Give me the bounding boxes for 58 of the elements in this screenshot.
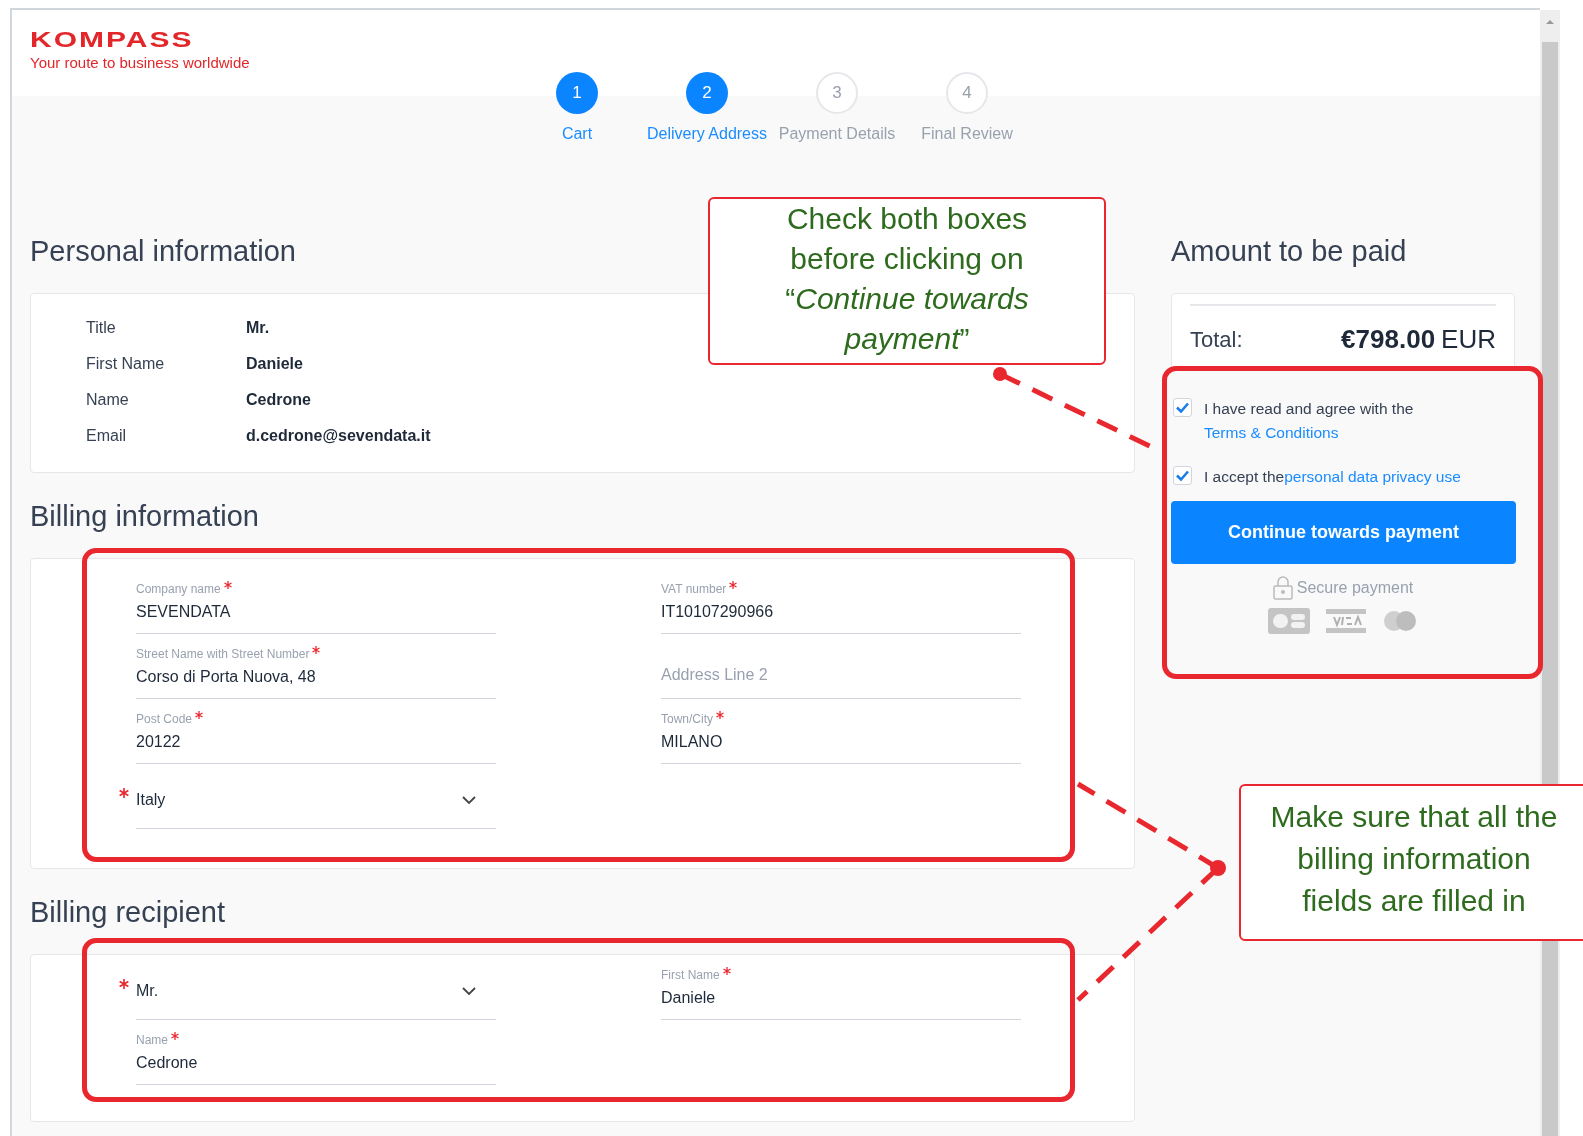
card-logo-icon	[1268, 608, 1310, 634]
input-field[interactable]: Corso di Porta Nuova, 48	[136, 666, 496, 688]
terms-link[interactable]: personal data privacy use	[1284, 468, 1461, 485]
step-label[interactable]: Final Review	[921, 122, 1013, 146]
card-logo-icon	[1382, 609, 1418, 633]
step-label[interactable]: Delivery Address	[646, 122, 767, 146]
input-field[interactable]: 20122	[136, 731, 496, 753]
section-heading: Personal information	[30, 234, 296, 268]
select-field[interactable]: Mr.	[136, 979, 496, 1003]
checkbox[interactable]	[1173, 466, 1192, 485]
checkbox[interactable]	[1173, 398, 1192, 417]
field-value: Mr.	[246, 318, 270, 338]
lock-icon	[1272, 576, 1293, 600]
step-number[interactable]: 1	[556, 72, 598, 114]
annotation-tooltip: Make sure that all the billing information fields are filled in	[1239, 784, 1583, 941]
input-field[interactable]: SEVENDATA	[136, 601, 496, 623]
step-label[interactable]: Payment Details	[778, 122, 896, 146]
field-label: Street Name with Street Number	[136, 646, 310, 662]
total-amount: €798.00	[1341, 323, 1436, 356]
select-field[interactable]: Italy	[136, 788, 496, 812]
field-label: First Name	[86, 354, 166, 374]
logo-tagline: Your route to business worldwide	[30, 54, 250, 72]
field-label: Name	[86, 390, 130, 410]
field-label: Name	[136, 1032, 168, 1048]
field-label: Email	[86, 426, 127, 446]
input-field[interactable]: Cedrone	[136, 1052, 496, 1074]
field-value: Daniele	[246, 354, 303, 374]
card-logo-icon	[1326, 609, 1366, 633]
step-label[interactable]: Cart	[561, 122, 593, 146]
input-field[interactable]: IT10107290966	[661, 601, 1021, 623]
agreement-text: I have read and agree with the Terms & Conditions	[1204, 399, 1415, 443]
field-label: VAT number	[661, 581, 727, 597]
input-field[interactable]: MILANO	[661, 731, 1021, 753]
section-heading: Billing information	[30, 499, 259, 533]
step-number[interactable]: 4	[946, 72, 988, 114]
annotation-tooltip: Check both boxes before clicking on “Continue towards payment”	[708, 197, 1106, 365]
field-label: Company name	[136, 581, 221, 597]
continue-button[interactable]: Continue towards payment	[1171, 501, 1516, 564]
section-heading: Amount to be paid	[1171, 234, 1408, 268]
step-number[interactable]: 3	[816, 72, 858, 114]
logo-wordmark: KOMPASS	[30, 32, 194, 48]
section-heading: Billing recipient	[30, 895, 226, 929]
input-field[interactable]: Address Line 2	[661, 664, 1021, 686]
step-number[interactable]: 2	[686, 72, 728, 114]
field-label: Title	[86, 318, 117, 338]
field-value: d.cedrone@sevendata.it	[246, 426, 431, 446]
field-value: Cedrone	[246, 390, 311, 410]
field-label: First Name	[661, 967, 720, 983]
agreement-text: I accept thepersonal data privacy use	[1204, 467, 1461, 487]
field-label: Post Code	[136, 711, 193, 727]
total-label: Total:	[1190, 326, 1243, 354]
field-label: Town/City	[661, 711, 713, 727]
secure-payment-label: Secure payment	[1296, 578, 1414, 598]
chevron-down-icon	[462, 795, 476, 805]
currency-label: EUR	[1441, 323, 1496, 356]
terms-link[interactable]: Terms & Conditions	[1204, 424, 1339, 441]
input-field[interactable]: Daniele	[661, 987, 1021, 1009]
chevron-down-icon	[462, 986, 476, 996]
